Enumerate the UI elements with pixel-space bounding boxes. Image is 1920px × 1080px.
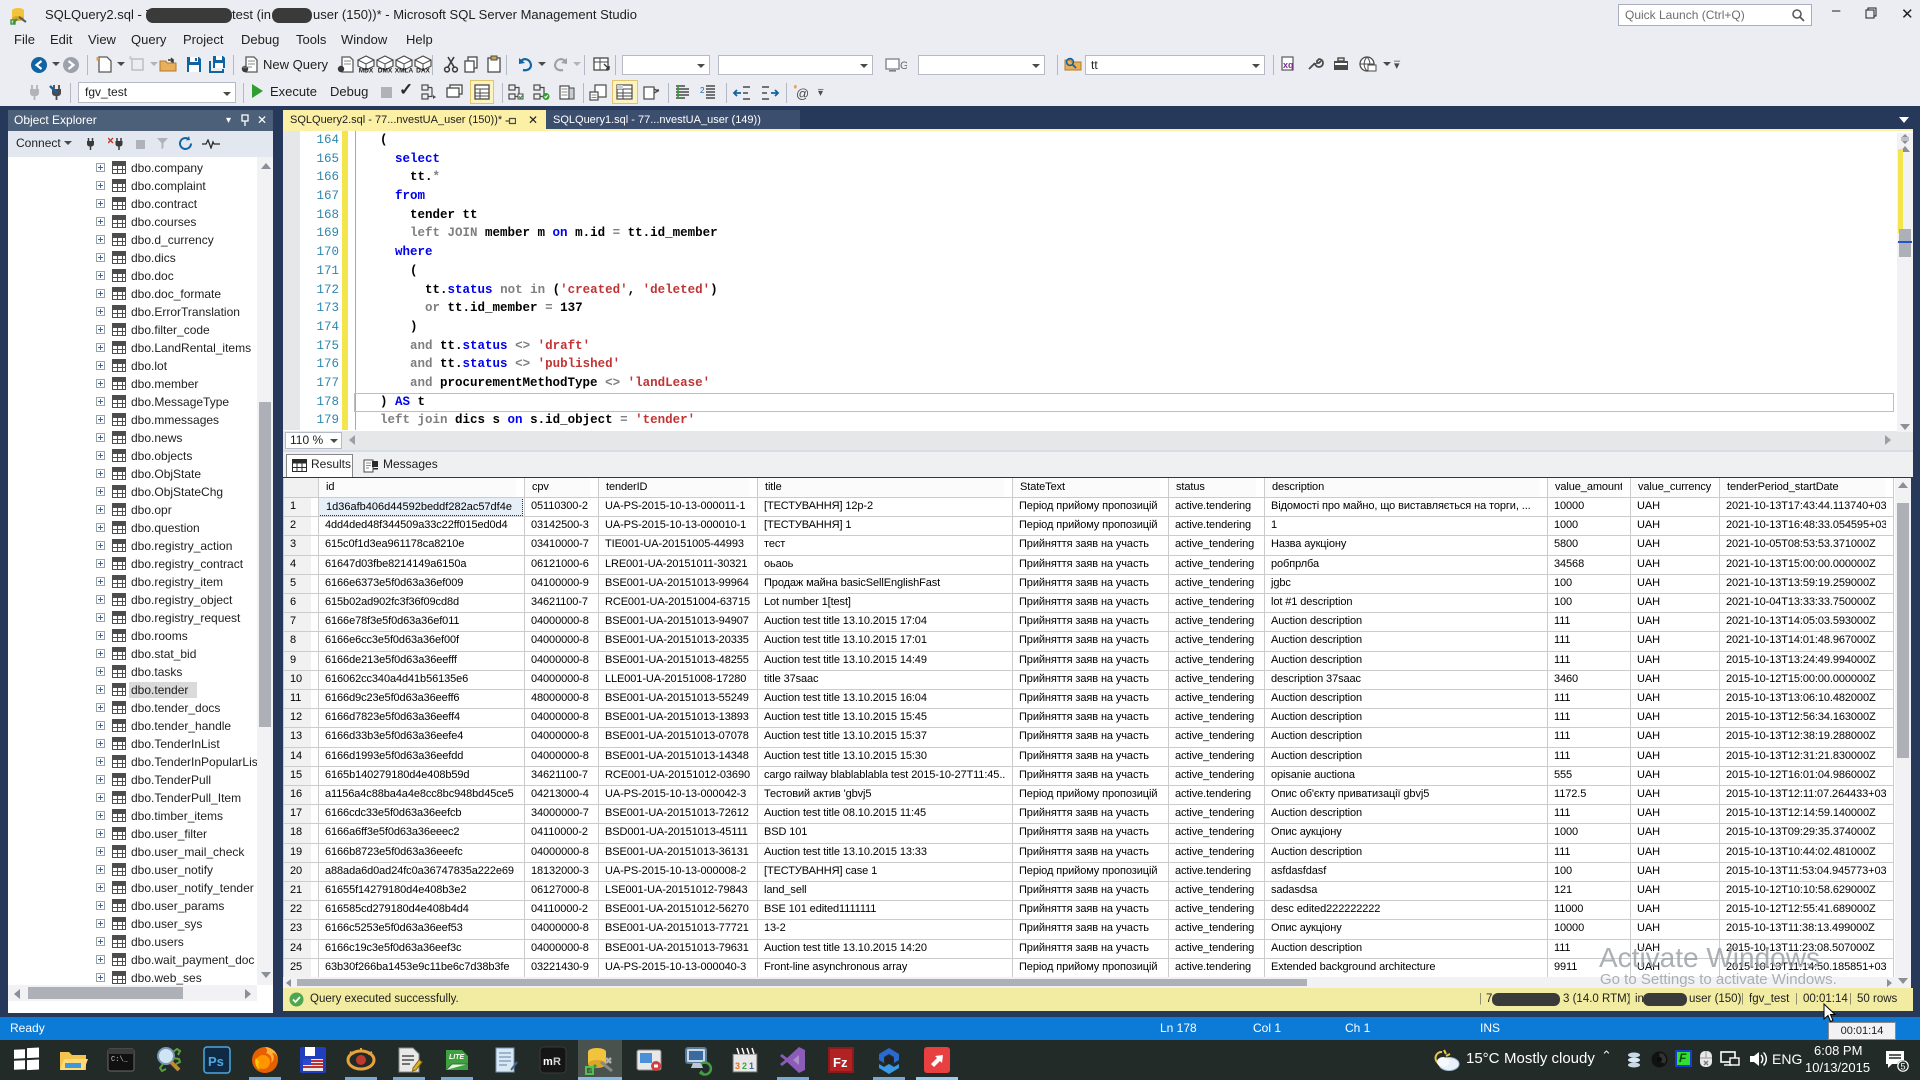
svg-text:DMX: DMX (378, 68, 393, 75)
svg-text:@: @ (796, 86, 809, 101)
svg-text:XMLA: XMLA (395, 68, 414, 75)
svg-text:MDX: MDX (359, 68, 374, 75)
svg-text:Ge: Ge (900, 60, 907, 72)
svg-text:C:\_: C:\_ (111, 1056, 129, 1064)
svg-text:1: 1 (749, 1061, 754, 1071)
svg-text:5: 5 (1901, 1062, 1906, 1072)
svg-text:LITE: LITE (449, 1054, 464, 1061)
svg-text:2: 2 (700, 86, 705, 95)
svg-text:Ps: Ps (208, 1054, 224, 1069)
svg-text:Fz: Fz (833, 1055, 848, 1070)
svg-text:DAX: DAX (416, 68, 430, 75)
svg-text:m: m (543, 1056, 553, 1068)
svg-text:2: 2 (742, 1061, 747, 1071)
svg-text:R: R (553, 1056, 561, 1068)
svg-text:xq: xq (1283, 60, 1294, 70)
svg-text:3: 3 (735, 1061, 740, 1071)
